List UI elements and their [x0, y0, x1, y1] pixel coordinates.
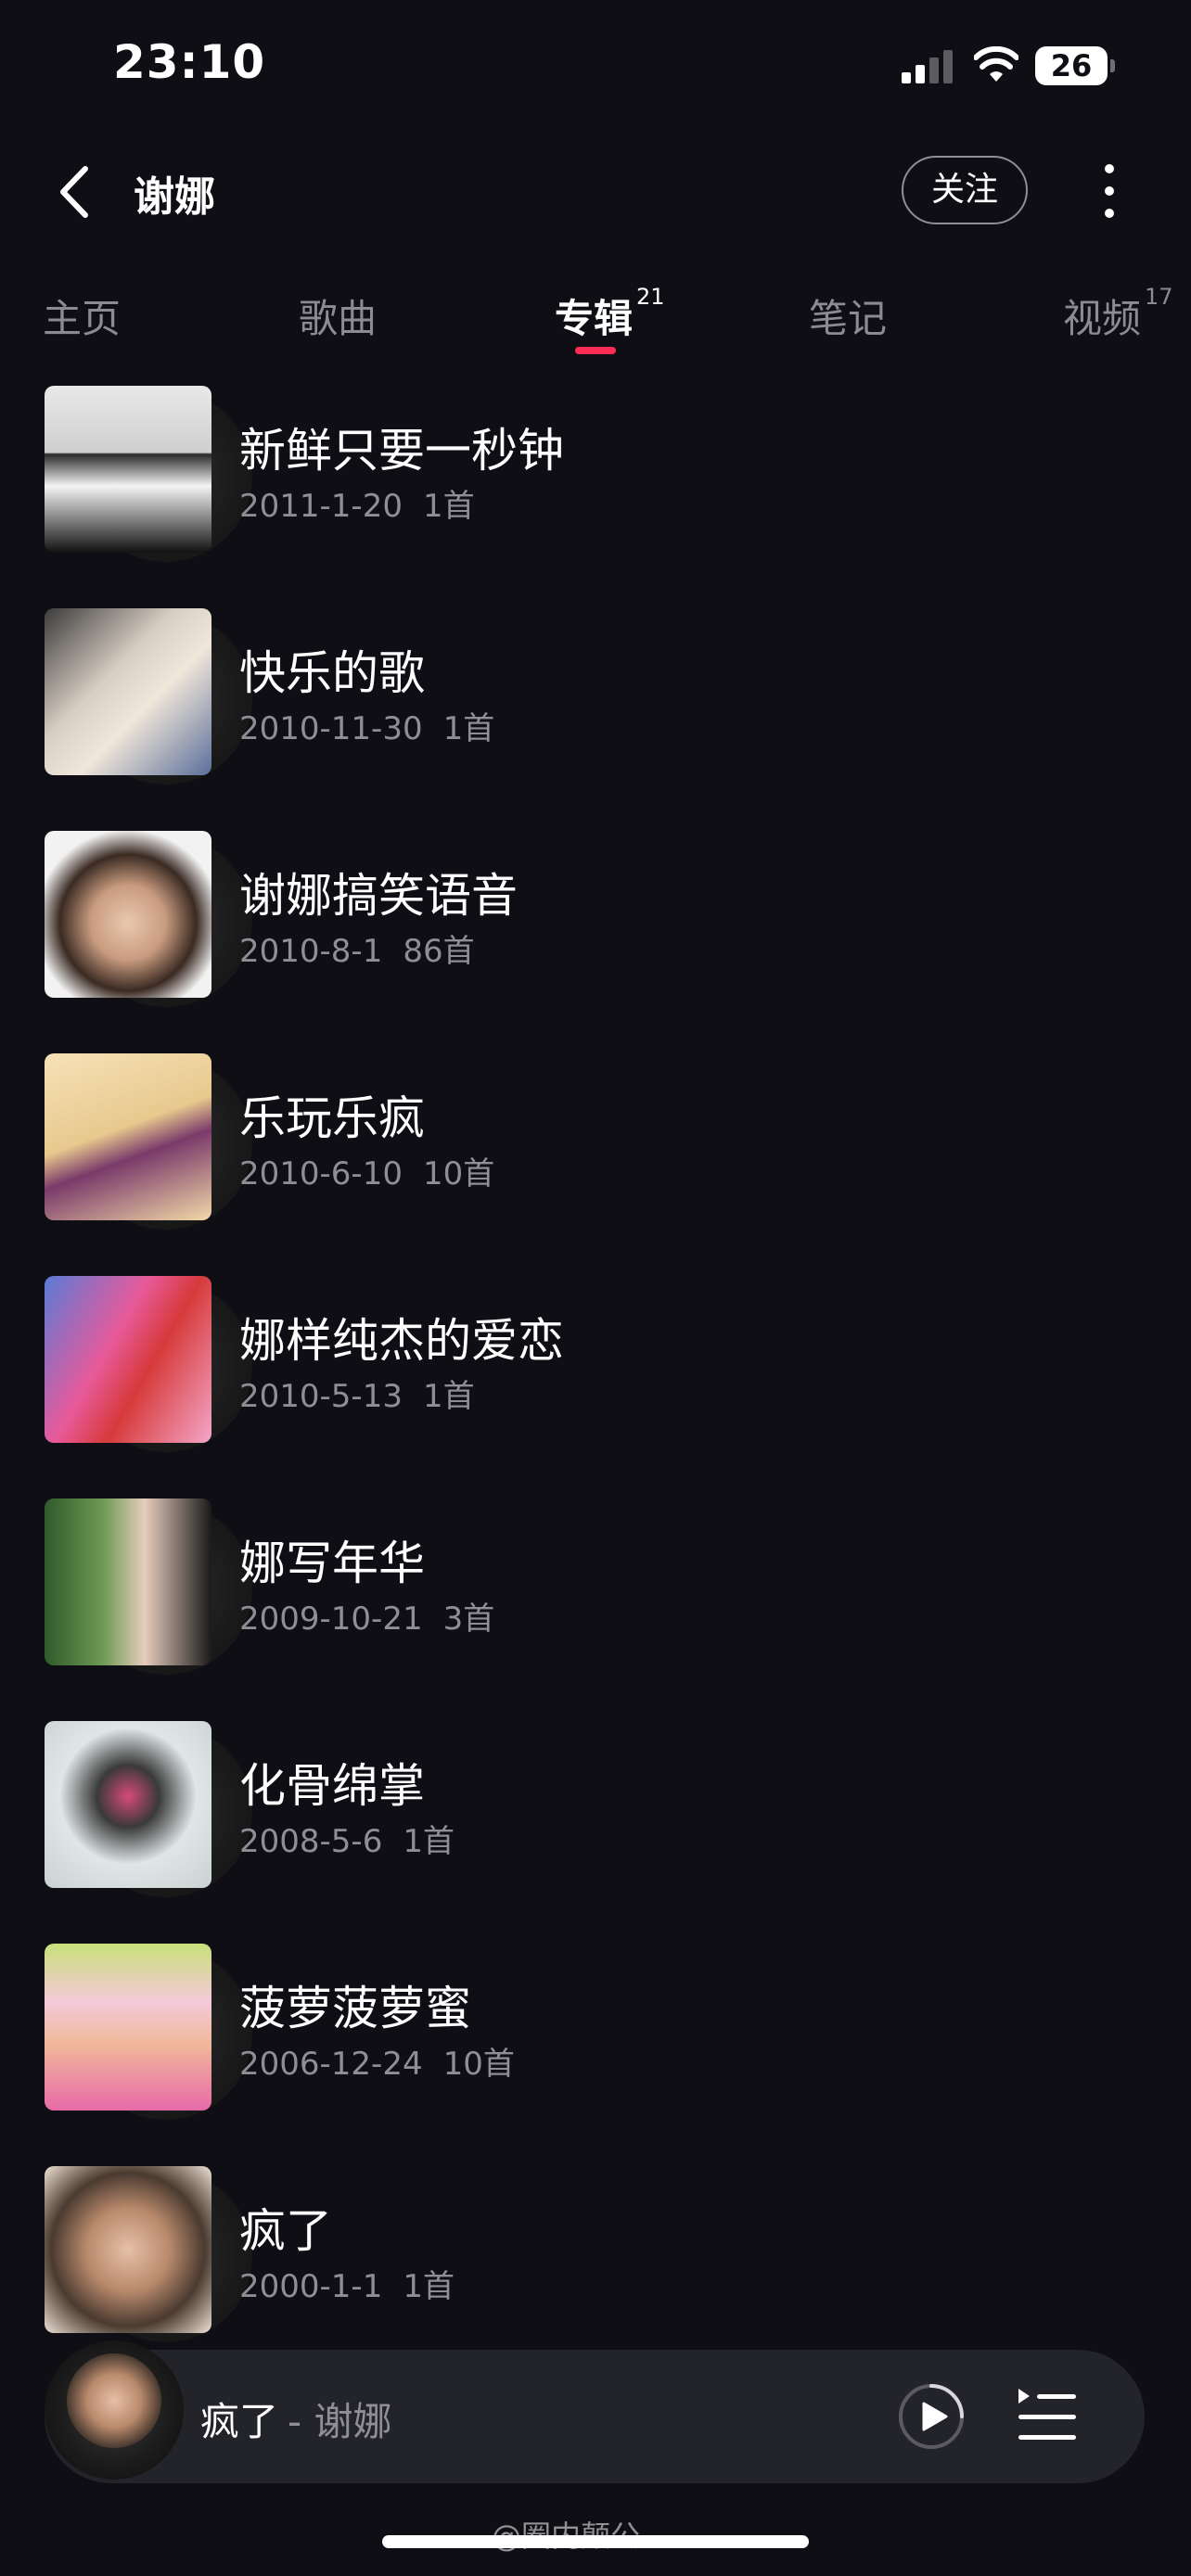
- album-track-count: 1首: [403, 1823, 455, 1860]
- tab-notes[interactable]: 笔记: [809, 287, 887, 344]
- album-cover: [45, 831, 211, 998]
- wifi-icon: [974, 46, 1018, 82]
- album-track-count: 10首: [442, 2046, 515, 2083]
- album-meta: 2010-5-13 1首: [239, 1371, 475, 1416]
- play-circle-icon[interactable]: [896, 2381, 967, 2452]
- album-date: 2010-5-13: [239, 1378, 403, 1415]
- playlist-icon[interactable]: [1015, 2383, 1078, 2448]
- album-meta: 2010-6-10 10首: [239, 1148, 494, 1193]
- album-title: 快乐的歌: [239, 646, 425, 700]
- album-meta: 2010-11-30 1首: [239, 703, 494, 748]
- more-vertical-icon[interactable]: [1091, 158, 1128, 224]
- album-date: 2009-10-21: [239, 1600, 423, 1638]
- album-title: 新鲜只要一秒钟: [239, 424, 564, 478]
- album-title: 娜样纯杰的爱恋: [239, 1314, 564, 1368]
- tab-label: 笔记: [809, 296, 888, 341]
- album-track-count: 1首: [422, 488, 475, 525]
- album-cover: [45, 1053, 211, 1220]
- album-cover: [45, 2166, 211, 2333]
- tab-badge: 21: [636, 284, 665, 310]
- album-cover: [45, 386, 211, 553]
- follow-button[interactable]: 关注: [902, 156, 1028, 224]
- tab-label: 专辑: [555, 296, 634, 341]
- album-cover: [45, 1276, 211, 1443]
- battery-level: 26: [1035, 46, 1108, 85]
- album-meta: 2010-8-1 86首: [239, 925, 475, 971]
- album-item[interactable]: 娜写年华 2009-10-21 3首: [0, 1493, 1191, 1715]
- cellular-signal-icon: [902, 50, 953, 83]
- album-date: 2010-8-1: [239, 933, 383, 970]
- album-cover: [45, 1721, 211, 1888]
- album-item[interactable]: 快乐的歌 2010-11-30 1首: [0, 603, 1191, 825]
- album-track-count: 1首: [422, 1378, 475, 1415]
- now-playing-disc[interactable]: [45, 2340, 184, 2480]
- watermark: @圈内颠公: [492, 2513, 640, 2556]
- album-meta: 2009-10-21 3首: [239, 1593, 494, 1639]
- album-item[interactable]: 化骨绵掌 2008-5-6 1首: [0, 1715, 1191, 1938]
- album-item[interactable]: 新鲜只要一秒钟 2011-1-20 1首: [0, 380, 1191, 603]
- album-title: 乐玩乐疯: [239, 1091, 425, 1145]
- album-item[interactable]: 菠萝菠萝蜜 2006-12-24 10首: [0, 1938, 1191, 2161]
- album-meta: 2011-1-20 1首: [239, 480, 475, 526]
- tab-songs[interactable]: 歌曲: [299, 287, 377, 344]
- page-title: 谢娜: [134, 173, 215, 221]
- battery-icon: 26: [1035, 46, 1115, 85]
- album-item[interactable]: 乐玩乐疯 2010-6-10 10首: [0, 1048, 1191, 1270]
- album-title: 疯了: [239, 2204, 332, 2258]
- tab-albums[interactable]: 专辑 21: [555, 284, 665, 344]
- home-indicator[interactable]: [382, 2535, 809, 2548]
- album-title: 谢娜搞笑语音: [239, 869, 518, 923]
- now-playing-cover: [67, 2353, 161, 2448]
- album-item[interactable]: 谢娜搞笑语音 2010-8-1 86首: [0, 825, 1191, 1048]
- album-track-count: 1首: [442, 710, 495, 747]
- tab-bar: 主页 歌曲 专辑 21 笔记 视频 17: [0, 278, 1191, 362]
- album-cover: [45, 608, 211, 775]
- album-date: 2006-12-24: [239, 2046, 423, 2083]
- album-date: 2000-1-1: [239, 2268, 383, 2305]
- now-playing-song: 疯了: [200, 2399, 279, 2444]
- album-track-count: 3首: [442, 1600, 495, 1638]
- now-playing-title[interactable]: 疯了 - 谢娜: [200, 2391, 392, 2447]
- album-meta: 2006-12-24 10首: [239, 2038, 515, 2084]
- battery-tip: [1110, 59, 1115, 72]
- album-item[interactable]: 娜样纯杰的爱恋 2010-5-13 1首: [0, 1270, 1191, 1493]
- album-track-count: 1首: [403, 2268, 455, 2305]
- album-date: 2010-11-30: [239, 710, 423, 747]
- album-cover: [45, 1498, 211, 1665]
- album-date: 2008-5-6: [239, 1823, 383, 1860]
- status-bar: 23:10 26: [0, 0, 1191, 130]
- tab-home[interactable]: 主页: [43, 287, 121, 344]
- album-date: 2011-1-20: [239, 488, 403, 525]
- album-title: 娜写年华: [239, 1537, 425, 1590]
- album-meta: 2000-1-1 1首: [239, 2261, 455, 2306]
- album-list: 新鲜只要一秒钟 2011-1-20 1首 快乐的歌 2010-11-30 1首 谢娜…: [0, 380, 1191, 2383]
- album-meta: 2008-5-6 1首: [239, 1816, 455, 1861]
- header: 谢娜 关注: [0, 139, 1191, 243]
- tab-label: 主页: [43, 296, 122, 341]
- active-tab-indicator: [575, 347, 616, 354]
- tab-label: 歌曲: [299, 296, 378, 341]
- album-track-count: 10首: [422, 1155, 495, 1192]
- album-cover: [45, 1944, 211, 2111]
- album-track-count: 86首: [403, 933, 475, 970]
- tab-label: 视频: [1063, 296, 1142, 341]
- now-playing-artist: - 谢娜: [288, 2399, 392, 2444]
- mini-player[interactable]: 疯了 - 谢娜: [45, 2340, 1145, 2483]
- tab-videos[interactable]: 视频 17: [1063, 284, 1173, 344]
- album-title: 化骨绵掌: [239, 1759, 425, 1813]
- status-time: 23:10: [113, 35, 266, 89]
- album-date: 2010-6-10: [239, 1155, 403, 1192]
- chevron-left-icon[interactable]: [45, 159, 109, 224]
- tab-badge: 17: [1145, 284, 1173, 310]
- album-title: 菠萝菠萝蜜: [239, 1982, 471, 2035]
